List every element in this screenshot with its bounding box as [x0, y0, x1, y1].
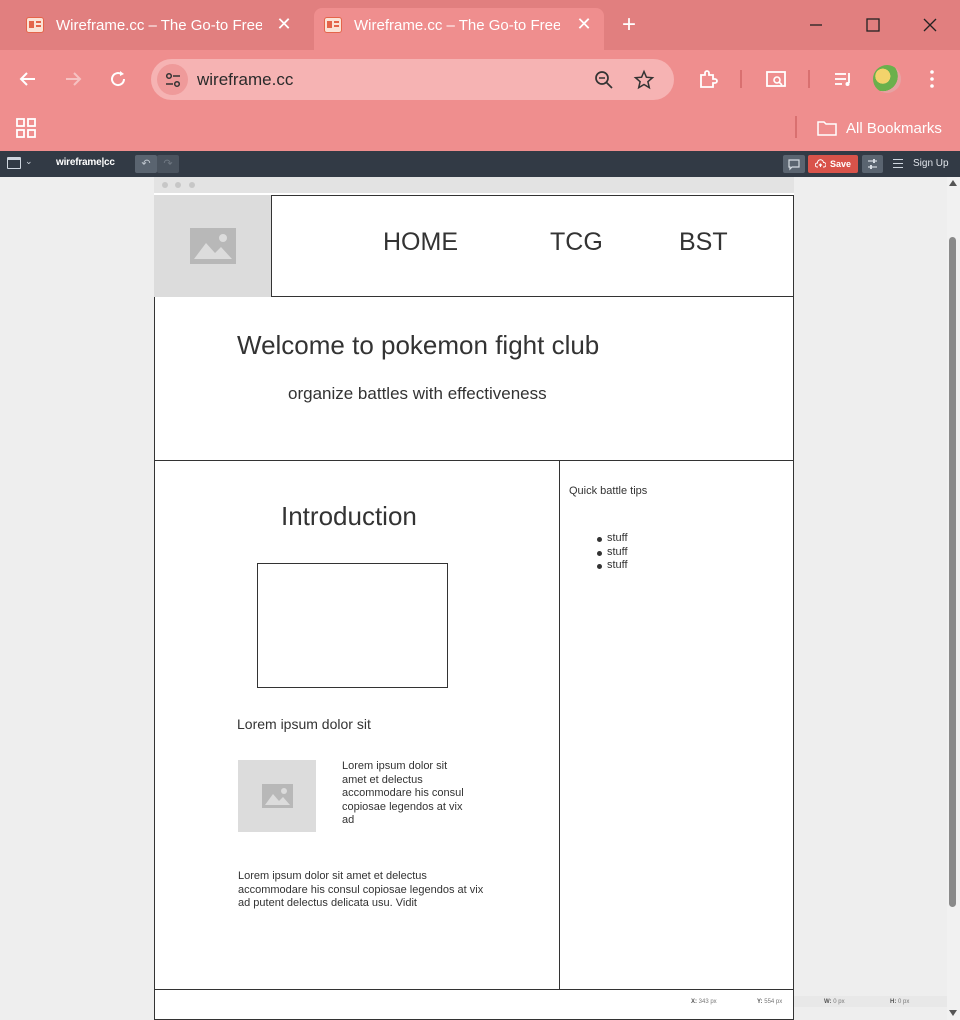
lorem-heading[interactable]: Lorem ipsum dolor sit — [237, 716, 371, 732]
main-content-box[interactable]: Introduction Lorem ipsum dolor sit Lorem… — [154, 460, 560, 990]
zoom-icon[interactable] — [593, 69, 615, 91]
apps-grid-icon[interactable] — [14, 116, 38, 140]
hamburger-menu-icon[interactable] — [893, 159, 903, 168]
tips-heading[interactable]: Quick battle tips — [569, 485, 647, 497]
extensions-icon[interactable] — [693, 64, 723, 94]
maximize-icon[interactable] — [858, 10, 888, 40]
y-coordinate: Y: 554 px — [757, 999, 783, 1005]
tab-title: Wireframe.cc – The Go-to Free, — [354, 17, 560, 34]
wireframe-favicon-icon — [26, 17, 44, 33]
bookmark-star-icon[interactable] — [633, 69, 655, 91]
all-bookmarks-button[interactable]: All Bookmarks — [817, 115, 942, 141]
list-item: stuff — [597, 559, 628, 573]
tab-strip: Wireframe.cc – The Go-to Free, ✕ Wirefra… — [0, 0, 960, 50]
browser-tab[interactable]: Wireframe.cc – The Go-to Free, ✕ — [16, 8, 304, 50]
scroll-up-icon[interactable] — [949, 180, 957, 186]
comment-button[interactable] — [783, 155, 805, 173]
tips-list[interactable]: stuff stuff stuff — [597, 532, 628, 573]
back-icon[interactable] — [13, 64, 43, 94]
app-logo[interactable]: wireframe|cc — [56, 157, 115, 168]
browser-toolbar: wireframe.cc — [0, 50, 960, 108]
image-icon — [189, 228, 236, 264]
logo-image-placeholder[interactable] — [154, 195, 271, 297]
address-url[interactable]: wireframe.cc — [197, 70, 293, 90]
bookmarks-separator — [795, 116, 797, 138]
tab-title: Wireframe.cc – The Go-to Free, — [56, 17, 262, 34]
scrollbar-thumb[interactable] — [949, 237, 956, 907]
hero-section[interactable]: Welcome to pokemon fight club organize b… — [154, 297, 794, 461]
vertical-scrollbar[interactable] — [947, 177, 960, 1020]
image-icon — [261, 784, 293, 808]
undo-button[interactable]: ↶ — [135, 155, 157, 173]
list-item: stuff — [597, 532, 628, 546]
chevron-down-icon[interactable]: ⌄ — [25, 156, 33, 167]
w-value: 0 px — [833, 999, 845, 1005]
hero-title[interactable]: Welcome to pokemon fight club — [237, 330, 599, 361]
scroll-down-icon[interactable] — [949, 1010, 957, 1016]
nav-link-bst[interactable]: BST — [679, 228, 728, 257]
reading-list-icon[interactable] — [828, 64, 858, 94]
tab-close-icon[interactable]: ✕ — [574, 13, 594, 35]
tab-close-icon[interactable]: ✕ — [274, 13, 294, 35]
x-value: 343 px — [698, 999, 717, 1005]
height-readout: H: 0 px — [890, 999, 910, 1005]
bookmarks-bar: All Bookmarks — [0, 108, 960, 151]
y-value: 554 px — [764, 999, 783, 1005]
wireframe-page[interactable]: HOME TCG BST Welcome to pokemon fight cl… — [154, 177, 794, 1020]
comment-icon — [788, 159, 800, 171]
minimize-icon[interactable] — [801, 10, 831, 40]
window-dot — [189, 182, 195, 188]
redo-button[interactable]: ↷ — [157, 155, 179, 173]
sign-up-link[interactable]: Sign Up — [913, 158, 949, 169]
folder-icon — [817, 121, 837, 136]
navigation-box[interactable]: HOME TCG BST — [271, 195, 794, 297]
forward-icon[interactable] — [58, 64, 88, 94]
window-dot — [175, 182, 181, 188]
hero-subtitle[interactable]: organize battles with effectiveness — [288, 384, 547, 404]
image-caption-text[interactable]: Lorem ipsum dolor sit amet et delectus a… — [342, 760, 472, 828]
x-coordinate: X: 343 px — [691, 999, 717, 1005]
all-bookmarks-label: All Bookmarks — [846, 119, 942, 137]
tab-search-icon[interactable] — [761, 64, 791, 94]
page-frame-header — [154, 177, 794, 193]
nav-link-tcg[interactable]: TCG — [550, 228, 603, 257]
nav-link-home[interactable]: HOME — [383, 228, 458, 257]
profile-avatar[interactable] — [873, 65, 901, 93]
new-tab-button[interactable]: + — [615, 12, 643, 40]
h-value: 0 px — [898, 999, 910, 1005]
content-image-placeholder[interactable] — [238, 760, 316, 832]
toolbar-separator — [808, 70, 810, 88]
page-menu-icon[interactable] — [7, 157, 21, 169]
wireframe-favicon-icon — [324, 17, 342, 33]
width-readout: W: 0 px — [824, 999, 845, 1005]
settings-button[interactable] — [862, 155, 883, 173]
more-menu-icon[interactable] — [917, 64, 947, 94]
introduction-heading[interactable]: Introduction — [281, 501, 417, 532]
save-label: Save — [830, 159, 852, 169]
wireframe-canvas[interactable]: HOME TCG BST Welcome to pokemon fight cl… — [0, 177, 960, 1020]
address-bar[interactable]: wireframe.cc — [151, 59, 674, 100]
toolbar-separator — [740, 70, 742, 88]
browser-tab-active[interactable]: Wireframe.cc – The Go-to Free, ✕ — [314, 8, 604, 50]
sidebar-box[interactable]: Quick battle tips stuff stuff stuff — [559, 460, 794, 990]
media-box[interactable] — [257, 563, 448, 688]
list-item: stuff — [597, 546, 628, 560]
close-window-icon[interactable] — [915, 10, 945, 40]
wireframe-app-toolbar: ⌄ wireframe|cc ↶ ↷ Save Sign Up — [0, 151, 960, 177]
reload-icon[interactable] — [103, 64, 133, 94]
site-settings-icon[interactable] — [157, 64, 188, 95]
status-strip — [794, 996, 948, 1007]
sliders-icon — [868, 159, 877, 169]
window-dot — [162, 182, 168, 188]
cloud-upload-icon — [815, 159, 826, 168]
lorem-paragraph[interactable]: Lorem ipsum dolor sit amet et delectus a… — [238, 870, 488, 911]
save-button[interactable]: Save — [808, 155, 858, 173]
